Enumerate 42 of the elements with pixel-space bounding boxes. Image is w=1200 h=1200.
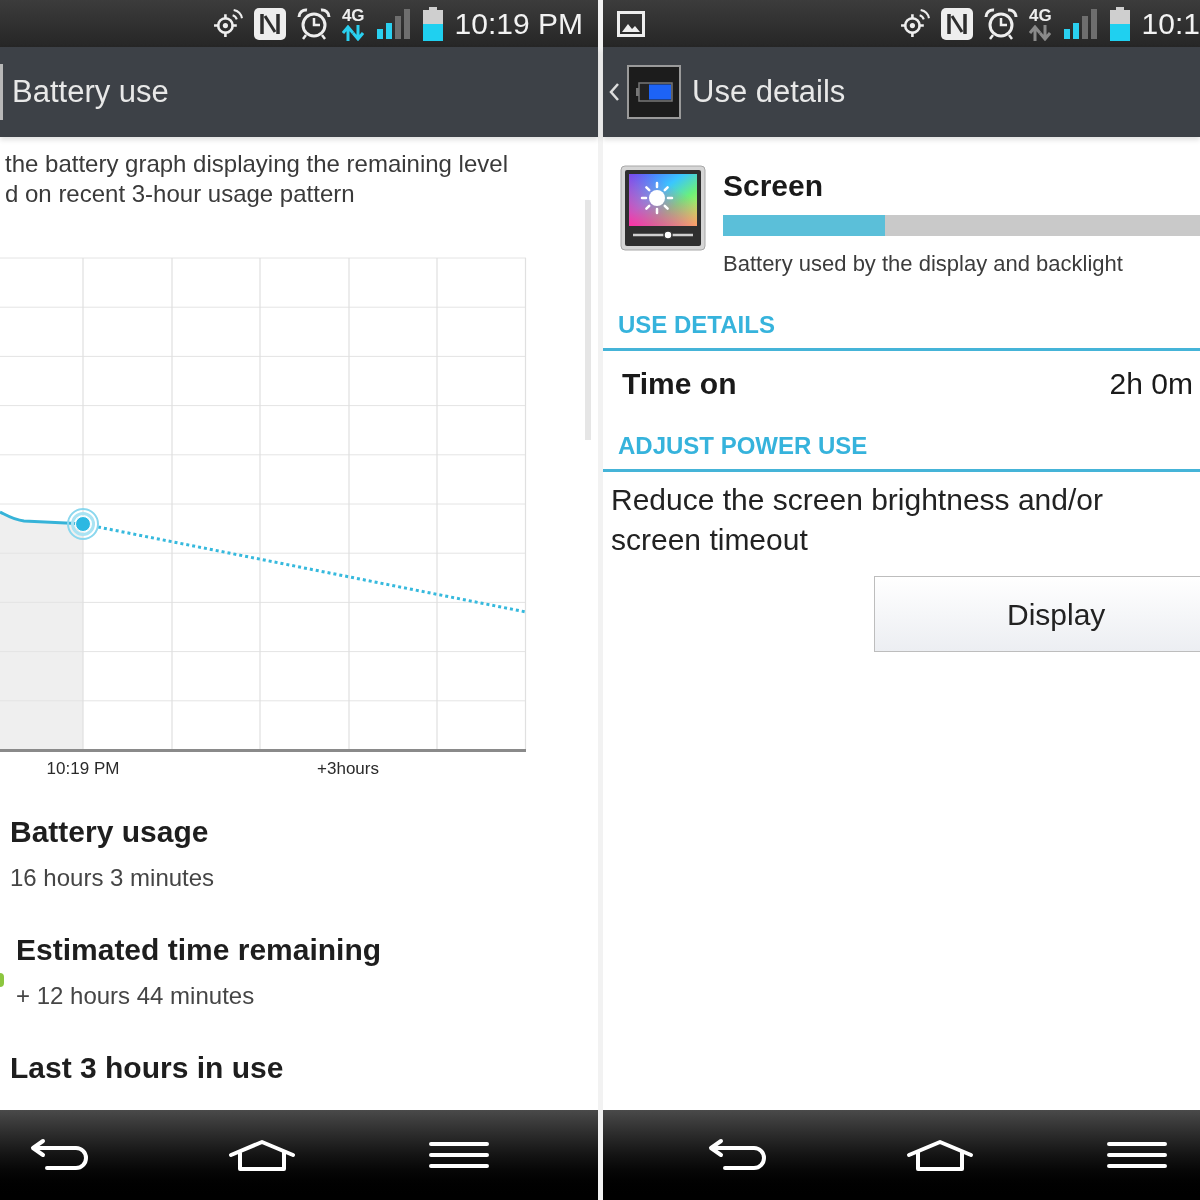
stat-value: + 12 hours 44 minutes xyxy=(16,981,256,1011)
nfc-icon xyxy=(940,7,973,40)
alarm-clock-icon xyxy=(296,7,331,40)
display-button[interactable]: Display xyxy=(874,576,1200,652)
clock-time: 10:19 PM xyxy=(454,8,583,39)
cropped-indicator-icon xyxy=(0,973,4,987)
cropped-app-icon xyxy=(0,64,3,120)
battery-app-icon xyxy=(627,65,681,119)
app-description: Battery used by the display and backlight xyxy=(723,250,1124,278)
battery-icon xyxy=(422,6,443,41)
network-type-label: 4G xyxy=(341,6,365,25)
description-text: the battery graph displaying the remaining level d on recent 3-hour usage pattern xyxy=(4,149,509,209)
section-heading: USE DETAILS xyxy=(617,311,776,339)
stat-title: Estimated time remaining xyxy=(16,932,383,968)
alarm-clock-icon xyxy=(983,7,1018,40)
current-point-icon xyxy=(67,508,99,540)
detail-label: Time on xyxy=(622,366,737,402)
axis-label: 10:19 PM xyxy=(46,758,120,780)
menu-icon[interactable] xyxy=(1107,1141,1167,1169)
home-icon[interactable] xyxy=(227,1138,297,1172)
gps-icon xyxy=(212,8,243,39)
stat-title: Battery usage xyxy=(10,814,210,850)
menu-icon[interactable] xyxy=(429,1141,489,1169)
home-icon[interactable] xyxy=(905,1138,975,1172)
network-type-label: 4G xyxy=(1028,6,1052,25)
app-name: Screen xyxy=(723,168,825,204)
section-heading: ADJUST POWER USE xyxy=(617,432,869,460)
signal-icon xyxy=(375,8,412,39)
detail-value: 2h 0m xyxy=(1109,366,1193,402)
signal-icon xyxy=(1062,8,1099,39)
clock-time: 10:1 xyxy=(1141,8,1200,39)
stat-title: Last 3 hours in use xyxy=(10,1050,285,1086)
screen-brightness-icon xyxy=(620,165,706,251)
gps-icon xyxy=(899,8,930,39)
nfc-icon xyxy=(253,7,286,40)
battery-icon xyxy=(1109,6,1130,41)
advice-text: Reduce the screen brightness and/or screen timeout xyxy=(610,482,1104,558)
screen-title: Battery use xyxy=(12,74,169,110)
axis-label: +3hours xyxy=(317,758,379,780)
screen-title: Use details xyxy=(692,74,846,110)
stat-value: 16 hours 3 minutes xyxy=(10,863,216,893)
back-chevron-icon[interactable] xyxy=(608,82,620,102)
